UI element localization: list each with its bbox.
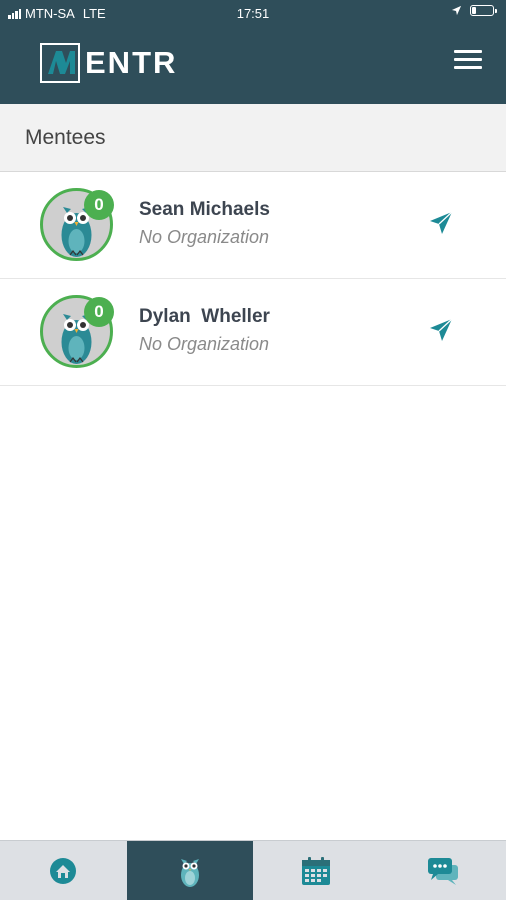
mentee-name: Sean Michaels [139,199,270,220]
location-arrow-icon [451,5,462,16]
page-title: Mentees [25,126,106,149]
send-message-icon[interactable] [428,210,454,236]
home-icon [50,857,77,884]
calendar-icon [302,856,331,885]
logo-text: ENTR [85,45,178,80]
logo-mark [40,43,80,83]
status-badge: 0 [84,297,114,327]
tab-calendar[interactable] [253,841,380,900]
chat-icon [427,857,458,885]
app-logo: ENTR [40,43,177,83]
hamburger-menu-icon[interactable] [454,50,482,70]
status-time: 17:51 [236,6,270,21]
mentee-organization: No Organization [139,227,270,247]
section-header: Mentees [0,104,506,172]
battery-icon [470,5,497,16]
status-bar: MTN-SA LTE 17:51 [0,0,506,26]
app-header: MTN-SA LTE 17:51 ENTR [0,0,506,104]
tab-mentees[interactable] [126,841,253,900]
status-badge: 0 [84,190,114,220]
list-item[interactable]: 0 Sean Michaels No Organization [0,172,506,279]
list-item[interactable]: 0 Dylan Wheller No Organization [0,279,506,386]
tab-home[interactable] [0,841,127,900]
mentee-organization: No Organization [139,334,270,354]
send-message-icon[interactable] [428,317,454,343]
owl-mentees-icon [180,858,199,887]
mentee-name: Dylan Wheller [139,306,270,327]
bottom-tab-bar [0,840,506,900]
tab-chat[interactable] [380,841,506,900]
